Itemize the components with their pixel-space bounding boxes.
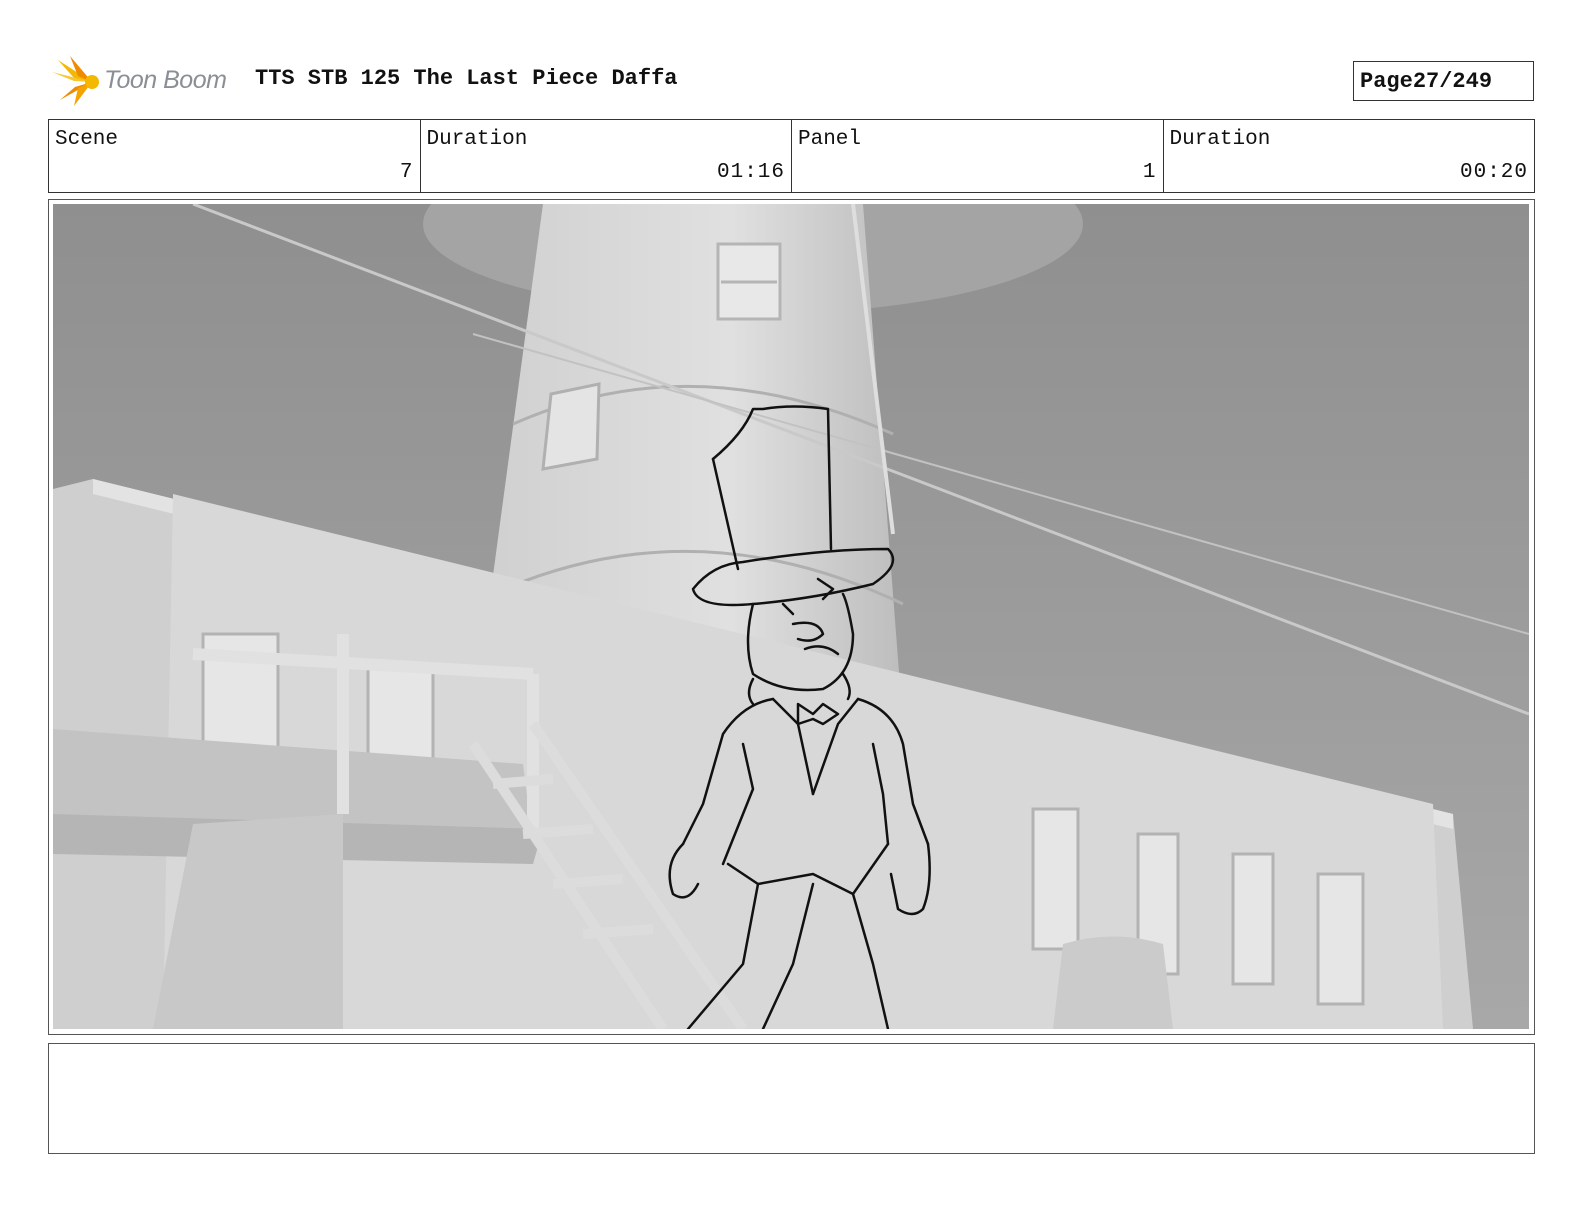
toon-boom-logo: Toon Boom — [52, 56, 242, 108]
page-number: 27/249 — [1412, 68, 1493, 94]
scene-duration-cell: Duration 01:16 — [421, 120, 792, 192]
scene-duration-value: 01:16 — [716, 161, 785, 184]
page-label: Page — [1360, 68, 1413, 94]
panel-info-row: Scene 7 Duration 01:16 Panel 1 Duration … — [48, 119, 1535, 193]
panel-duration-label: Duration — [1169, 128, 1271, 151]
panel-notes-box — [48, 1043, 1535, 1154]
page-indicator: Page 27/249 — [1353, 61, 1534, 101]
panel-duration-cell: Duration 00:20 — [1164, 120, 1535, 192]
document-title: TTS STB 125 The Last Piece Daffa — [255, 66, 678, 91]
storyboard-sketch — [53, 204, 1529, 1029]
logo-text: Toon Boom — [104, 66, 227, 94]
panel-value: 1 — [1142, 161, 1157, 184]
scene-cell: Scene 7 — [49, 120, 421, 192]
scene-duration-label: Duration — [426, 128, 528, 151]
scene-label: Scene — [55, 128, 119, 151]
starburst-icon — [52, 56, 99, 106]
scene-value: 7 — [399, 161, 414, 184]
panel-frame — [48, 199, 1535, 1035]
panel-label: Panel — [798, 128, 862, 151]
panel-cell: Panel 1 — [792, 120, 1164, 192]
panel-duration-value: 00:20 — [1459, 161, 1528, 184]
storyboard-panel-image — [53, 204, 1529, 1029]
